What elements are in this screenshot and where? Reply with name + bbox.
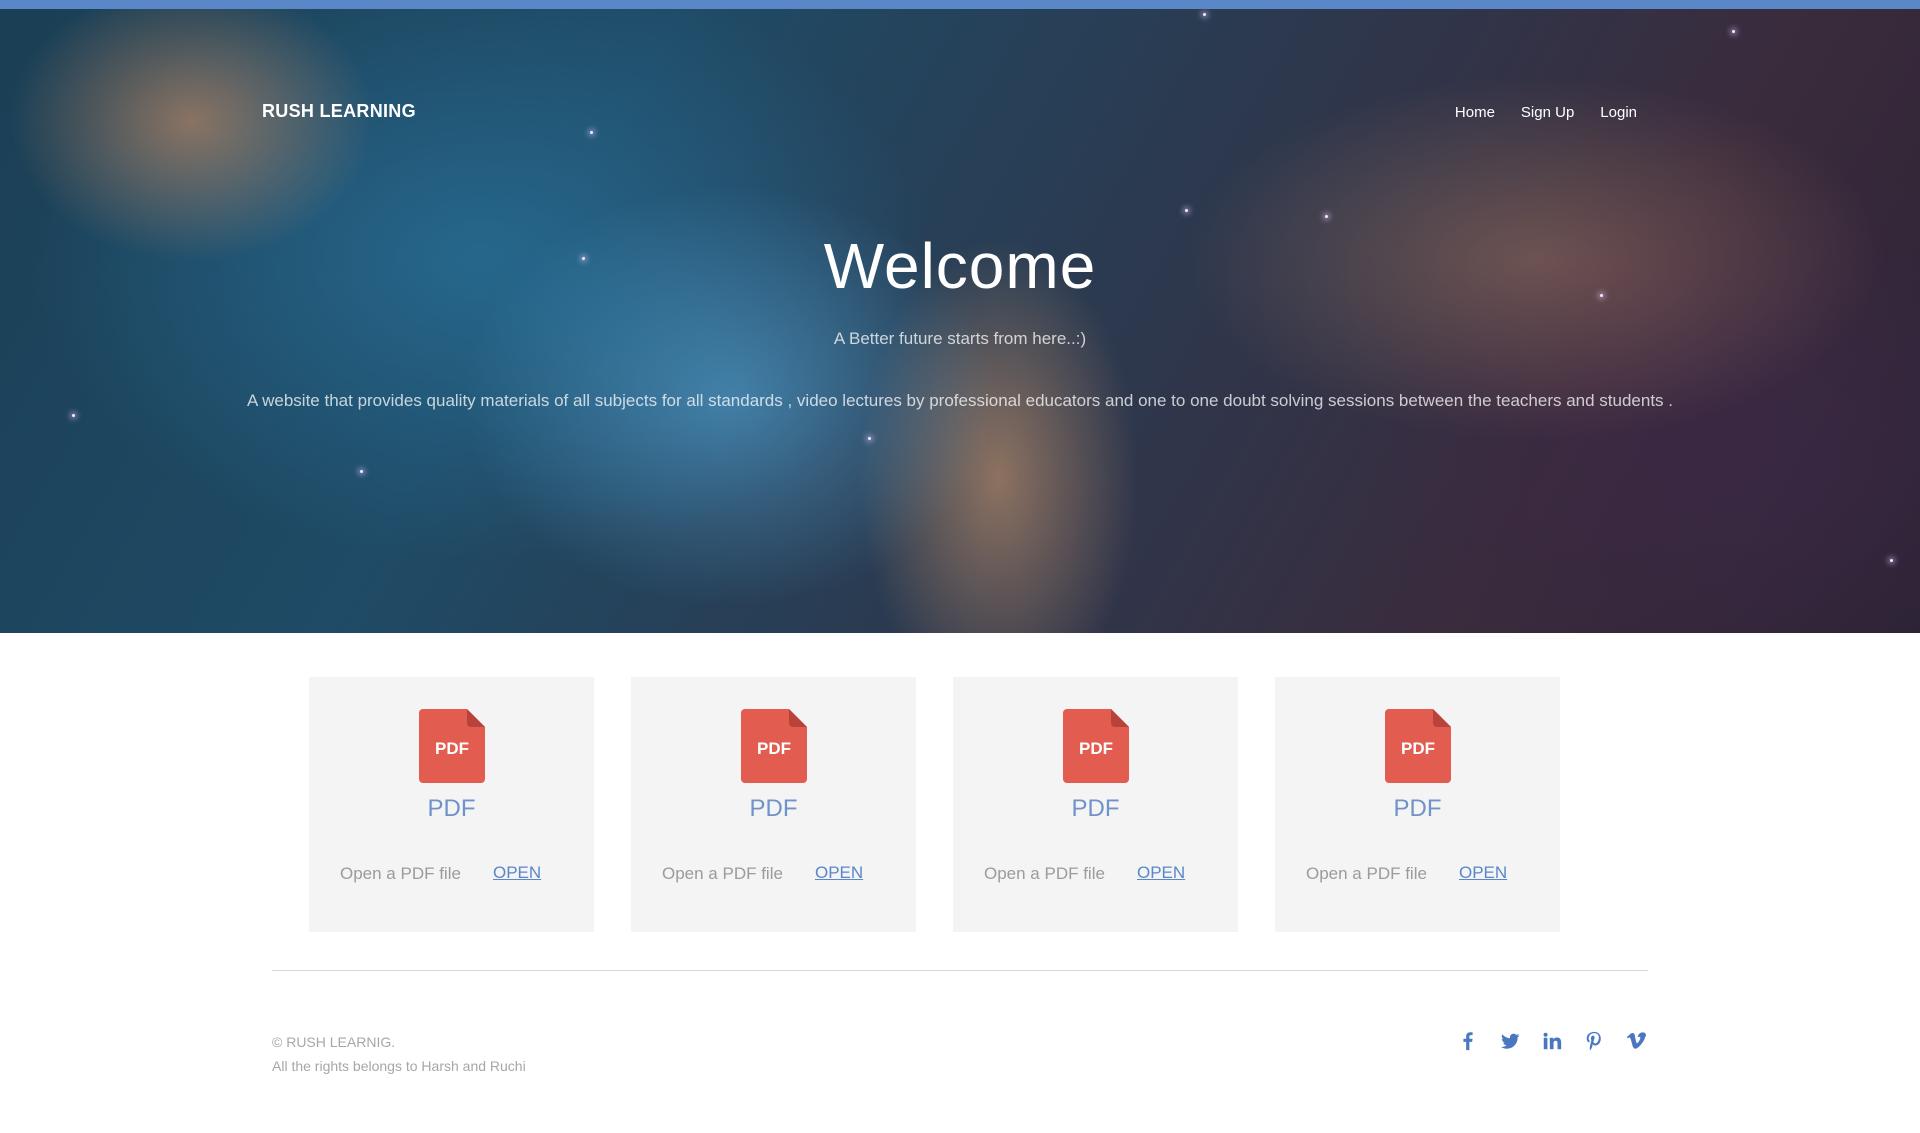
open-pdf-link[interactable]: OPEN [1137,863,1185,883]
pdf-card-list: PDF PDF Open a PDF file OPEN PDF PDF Ope… [309,677,1560,932]
vimeo-icon[interactable] [1625,1030,1647,1052]
pdf-icon-label: PDF [1401,739,1435,758]
star [1203,13,1206,16]
star [1325,215,1328,218]
social-links [1457,1030,1647,1052]
nav-signup[interactable]: Sign Up [1521,104,1574,121]
card-title: PDF [427,795,476,822]
nav-login[interactable]: Login [1600,104,1637,121]
pdf-card: PDF PDF Open a PDF file OPEN [631,677,916,932]
pdf-icon: PDF [1063,709,1129,783]
star [1890,559,1893,562]
pdf-card: PDF PDF Open a PDF file OPEN [953,677,1238,932]
pdf-icon-label: PDF [757,739,791,758]
card-title: PDF [749,795,798,822]
star [590,131,593,134]
open-pdf-link[interactable]: OPEN [493,863,541,883]
pdf-icon-label: PDF [435,739,469,758]
pdf-icon-label: PDF [1079,739,1113,758]
pdf-icon: PDF [1385,709,1451,783]
card-description: Open a PDF file [340,864,461,883]
pdf-card: PDF PDF Open a PDF file OPEN [1275,677,1560,932]
linkedin-icon[interactable] [1541,1030,1563,1052]
pdf-card: PDF PDF Open a PDF file OPEN [309,677,594,932]
pdf-icon: PDF [419,709,485,783]
star [72,414,75,417]
footer-copyright: © RUSH LEARNIG. [272,1034,396,1050]
top-accent-bar [0,0,1920,9]
card-description: Open a PDF file [1306,864,1427,883]
pdf-icon: PDF [741,709,807,783]
star [868,437,871,440]
facebook-icon[interactable] [1457,1030,1479,1052]
open-pdf-link[interactable]: OPEN [815,863,863,883]
card-description: Open a PDF file [984,864,1105,883]
card-title: PDF [1071,795,1120,822]
star [360,470,363,473]
main-nav: Home Sign Up Login [1455,104,1637,121]
footer-rights: All the rights belongs to Harsh and Ruch… [272,1058,526,1074]
hero-title: Welcome [823,230,1097,302]
star [1732,30,1735,33]
brand-logo[interactable]: RUSH LEARNING [262,101,416,122]
open-pdf-link[interactable]: OPEN [1459,863,1507,883]
hero-description: A website that provides quality material… [247,391,1673,410]
hero-subtitle: A Better future starts from here..:) [833,329,1087,348]
pinterest-icon[interactable] [1583,1030,1605,1052]
card-description: Open a PDF file [662,864,783,883]
star [1185,209,1188,212]
card-title: PDF [1393,795,1442,822]
nav-home[interactable]: Home [1455,104,1495,121]
twitter-icon[interactable] [1499,1030,1521,1052]
footer-divider [272,970,1648,971]
footer-copyright-block: © RUSH LEARNIG. All the rights belongs t… [272,1030,526,1078]
hero-banner: RUSH LEARNING Home Sign Up Login Welcome… [0,9,1920,633]
